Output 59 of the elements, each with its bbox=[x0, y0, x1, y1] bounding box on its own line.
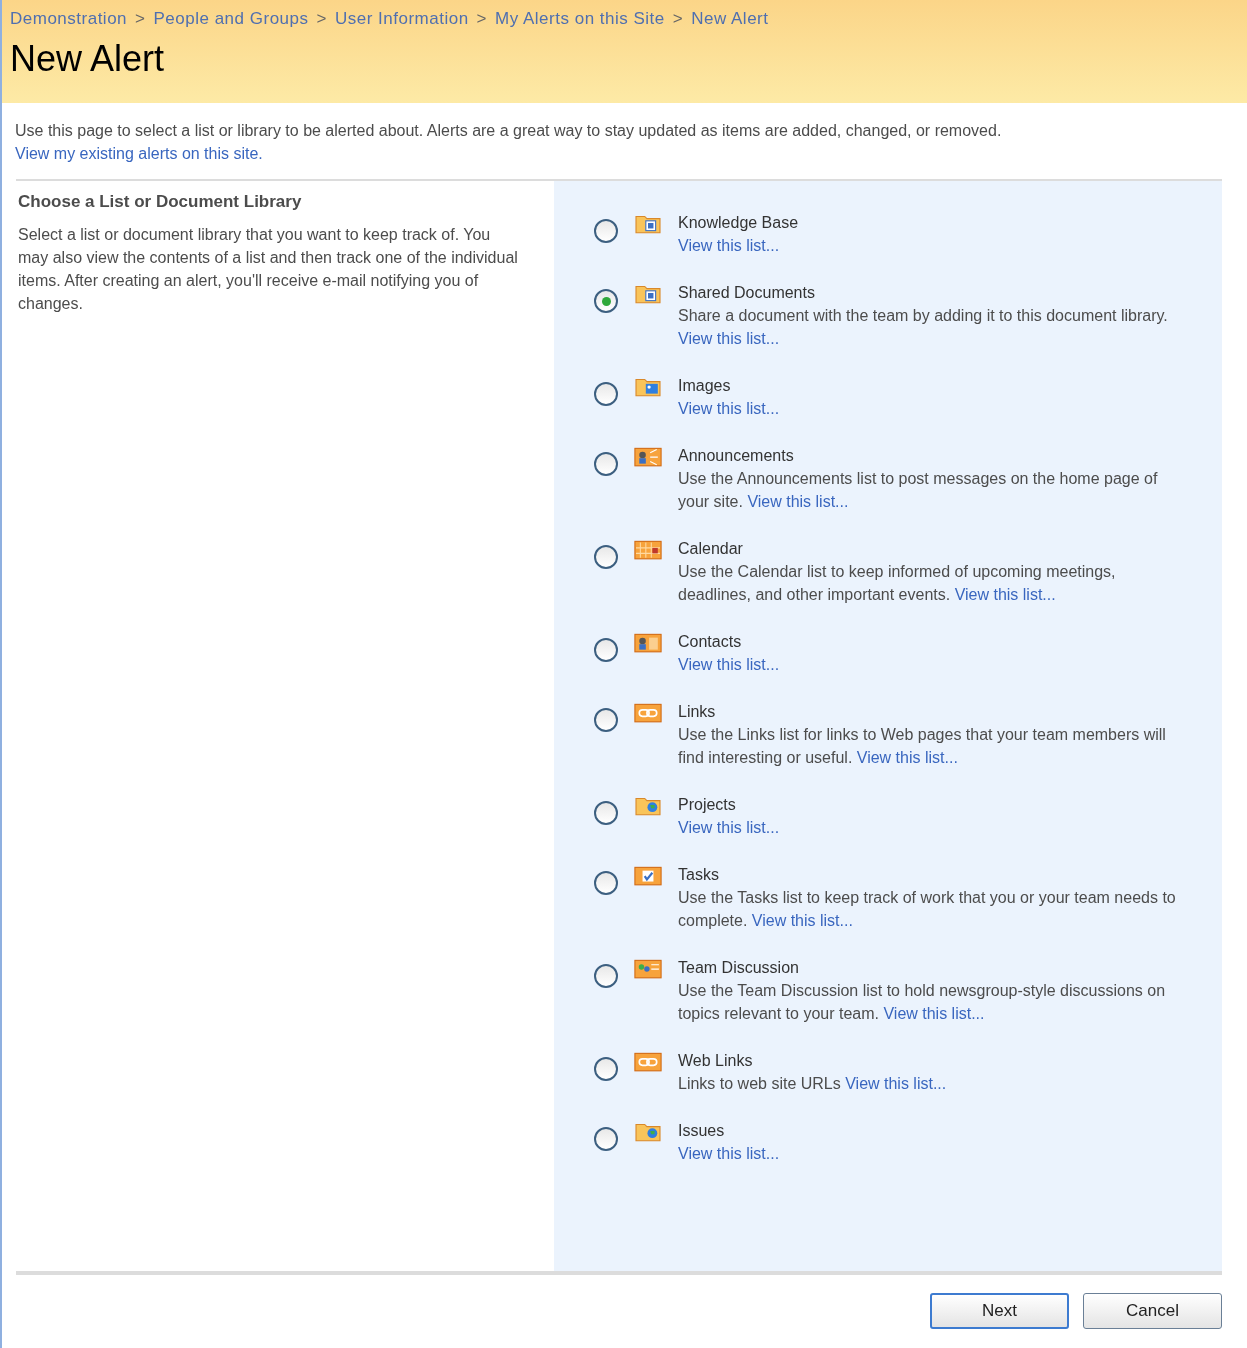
next-button[interactable]: Next bbox=[930, 1293, 1069, 1329]
existing-alerts-link[interactable]: View my existing alerts on this site. bbox=[15, 145, 263, 162]
view-list-link[interactable]: View this list... bbox=[678, 1142, 780, 1165]
list-name: Projects bbox=[678, 795, 737, 815]
list-description: Use the Links list for links to Web pages that your team members will find interesting or useful. View this list... bbox=[678, 725, 1167, 768]
list-description: Use the Announcements list to post messages on the home page of your site. View this list... bbox=[678, 469, 1159, 512]
page-title: New Alert bbox=[10, 36, 166, 81]
intro-text: Use this page to select a list or library to be alerted about. Alerts are a great way to stay updated as items are added, changed, or removed. View my existing alerts on this site. bbox=[14, 121, 1003, 164]
radio-button[interactable] bbox=[594, 801, 618, 825]
list-description: Use the Team Discussion list to hold newsgroup-style discussions on topics relevant to your team. View this list... bbox=[678, 981, 1167, 1024]
radio-button[interactable] bbox=[594, 1127, 618, 1151]
list-name: Team Discussion bbox=[678, 958, 800, 978]
list-name: Images bbox=[678, 376, 732, 396]
breadcrumb-link[interactable]: Demonstration bbox=[10, 6, 128, 32]
breadcrumb-link[interactable]: New Alert bbox=[691, 6, 769, 32]
radio-button[interactable] bbox=[594, 545, 618, 569]
radio-button[interactable] bbox=[594, 708, 618, 732]
list-description: Links to web site URLs View this list... bbox=[678, 1074, 947, 1094]
list-name: Web Links bbox=[678, 1051, 754, 1071]
view-list-link[interactable]: View this list... bbox=[678, 397, 780, 420]
radio-button[interactable] bbox=[594, 638, 618, 662]
view-list-link[interactable]: View this list... bbox=[845, 1075, 947, 1092]
view-list-link[interactable]: View this list... bbox=[678, 330, 780, 347]
list-name: Tasks bbox=[678, 865, 720, 885]
breadcrumb-link[interactable]: User Information bbox=[334, 6, 469, 32]
section-description: Select a list or document library that you want to keep track of. You may also view the contents of a list and then track one of the individual items. After creating an alert, you'll receive e-mail notifying you of changes. bbox=[18, 224, 519, 314]
breadcrumb-separator: > bbox=[672, 8, 684, 30]
radio-button[interactable] bbox=[594, 452, 618, 476]
radio-button[interactable] bbox=[594, 1057, 618, 1081]
list-description: Use the Tasks list to keep track of work that you or your team needs to complete. View this list... bbox=[678, 888, 1177, 931]
breadcrumb-link[interactable]: My Alerts on this Site bbox=[495, 6, 665, 32]
radio-button[interactable] bbox=[594, 289, 618, 313]
view-list-link[interactable]: View this list... bbox=[747, 493, 849, 510]
view-list-link[interactable]: View this list... bbox=[856, 749, 958, 766]
radio-button[interactable] bbox=[594, 219, 618, 243]
view-list-link[interactable]: View this list... bbox=[751, 912, 853, 929]
section-heading: Choose a List or Document Library bbox=[18, 191, 303, 213]
list-name: Knowledge Base bbox=[678, 213, 799, 233]
list-name: Issues bbox=[678, 1121, 726, 1141]
view-list-link[interactable]: View this list... bbox=[678, 234, 780, 257]
radio-button[interactable] bbox=[594, 871, 618, 895]
cancel-button[interactable]: Cancel bbox=[1083, 1293, 1222, 1329]
list-description: Share a document with the team by adding it to this document library. View this list... bbox=[678, 306, 1169, 349]
list-description: Use the Calendar list to keep informed of upcoming meetings, deadlines, and other important events. View this list... bbox=[678, 562, 1117, 605]
radio-button[interactable] bbox=[594, 964, 618, 988]
list-name: Calendar bbox=[678, 539, 744, 559]
view-list-link[interactable]: View this list... bbox=[883, 1005, 985, 1022]
list-name: Announcements bbox=[678, 446, 795, 466]
list-name: Links bbox=[678, 702, 717, 722]
breadcrumb-link[interactable]: People and Groups bbox=[153, 6, 309, 32]
view-list-link[interactable]: View this list... bbox=[678, 653, 780, 676]
view-list-link[interactable]: View this list... bbox=[678, 816, 780, 839]
list-name: Contacts bbox=[678, 632, 743, 652]
breadcrumb-separator: > bbox=[476, 8, 488, 30]
breadcrumb-separator: > bbox=[135, 8, 146, 30]
list-name: Shared Documents bbox=[678, 283, 816, 303]
breadcrumb-separator: > bbox=[316, 8, 327, 30]
view-list-link[interactable]: View this list... bbox=[954, 586, 1056, 603]
radio-button[interactable] bbox=[594, 382, 618, 406]
